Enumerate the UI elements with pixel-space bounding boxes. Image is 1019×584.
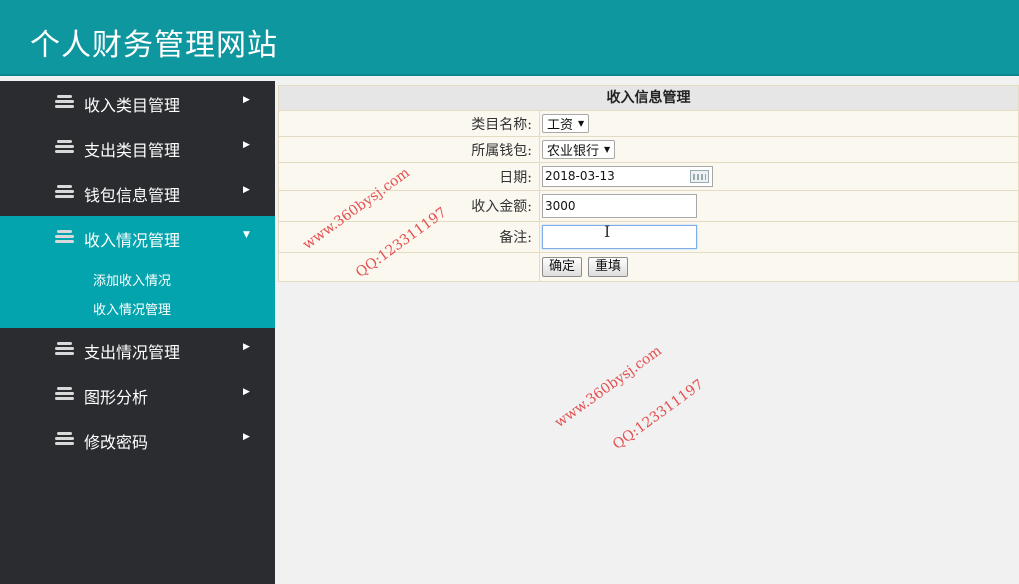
site-title: 个人财务管理网站	[30, 28, 278, 63]
list-icon	[55, 342, 74, 357]
list-icon	[55, 432, 74, 447]
caret-down-icon: ▼	[578, 119, 585, 128]
menu-item-label: 图形分析	[84, 388, 149, 407]
chevron-right-icon: ▶	[243, 342, 250, 352]
sidebar: 收入类目管理 ▶ 支出类目管理 ▶ 钱包信息管理 ▶ 收入情况管理 ▼ 添加收入…	[0, 81, 275, 584]
list-icon	[55, 185, 74, 200]
category-label: 类目名称:	[471, 116, 532, 133]
menu-item-expense-records[interactable]: 支出情况管理 ▶	[0, 328, 275, 373]
submenu-item-manage-income[interactable]: 收入情况管理	[0, 296, 275, 325]
chevron-down-icon: ▼	[243, 230, 250, 240]
menu-item-label: 钱包信息管理	[84, 186, 181, 205]
chevron-right-icon: ▶	[243, 140, 250, 150]
note-label: 备注:	[499, 230, 532, 246]
list-icon	[55, 230, 74, 245]
menu-item-charts[interactable]: 图形分析 ▶	[0, 373, 275, 418]
submenu-income-records: 添加收入情况 收入情况管理	[0, 261, 275, 328]
menu-item-income-records[interactable]: 收入情况管理 ▼	[0, 216, 275, 261]
calendar-icon[interactable]	[690, 170, 709, 183]
wallet-label: 所属钱包:	[471, 142, 532, 159]
note-input[interactable]	[542, 225, 697, 249]
menu-item-wallet[interactable]: 钱包信息管理 ▶	[0, 171, 275, 216]
chevron-right-icon: ▶	[243, 185, 250, 195]
menu-item-label: 修改密码	[84, 433, 149, 452]
chevron-right-icon: ▶	[243, 95, 250, 105]
menu-item-change-password[interactable]: 修改密码 ▶	[0, 418, 275, 463]
amount-label: 收入金额:	[471, 199, 532, 215]
list-icon	[55, 95, 74, 110]
menu-item-label: 收入类目管理	[84, 96, 181, 115]
menu-item-label: 支出类目管理	[84, 141, 181, 160]
caret-down-icon: ▼	[604, 145, 611, 154]
category-select-value: 工资	[547, 118, 574, 133]
submit-button[interactable]: 确定	[542, 257, 583, 277]
wallet-select[interactable]: 农业银行 ▼	[542, 140, 616, 159]
form-row-category: 类目名称: 工资 ▼	[279, 111, 1018, 137]
chevron-right-icon: ▶	[243, 432, 250, 442]
submenu-item-add-income[interactable]: 添加收入情况	[0, 267, 275, 296]
reset-button[interactable]: 重填	[588, 257, 629, 277]
date-label: 日期:	[499, 169, 532, 186]
category-select[interactable]: 工资 ▼	[542, 114, 590, 133]
form-row-amount: 收入金额: 3000	[279, 191, 1018, 222]
header: 个人财务管理网站	[0, 0, 1019, 76]
date-value: 2018-03-13	[545, 169, 615, 183]
form-row-wallet: 所属钱包: 农业银行 ▼	[279, 137, 1018, 163]
menu-item-label: 收入情况管理	[84, 231, 181, 250]
watermark-qq: QQ:123311197	[610, 376, 707, 453]
text-cursor-icon: I	[604, 222, 611, 241]
list-icon	[55, 387, 74, 402]
date-input[interactable]: 2018-03-13	[542, 166, 713, 187]
wallet-select-value: 农业银行	[547, 144, 600, 159]
list-icon	[55, 140, 74, 155]
menu-item-income-category[interactable]: 收入类目管理 ▶	[0, 81, 275, 126]
panel-title: 收入信息管理	[279, 86, 1018, 111]
menu-item-expense-category[interactable]: 支出类目管理 ▶	[0, 126, 275, 171]
chevron-right-icon: ▶	[243, 387, 250, 397]
menu-item-label: 支出情况管理	[84, 343, 181, 362]
amount-input[interactable]: 3000	[542, 194, 697, 218]
